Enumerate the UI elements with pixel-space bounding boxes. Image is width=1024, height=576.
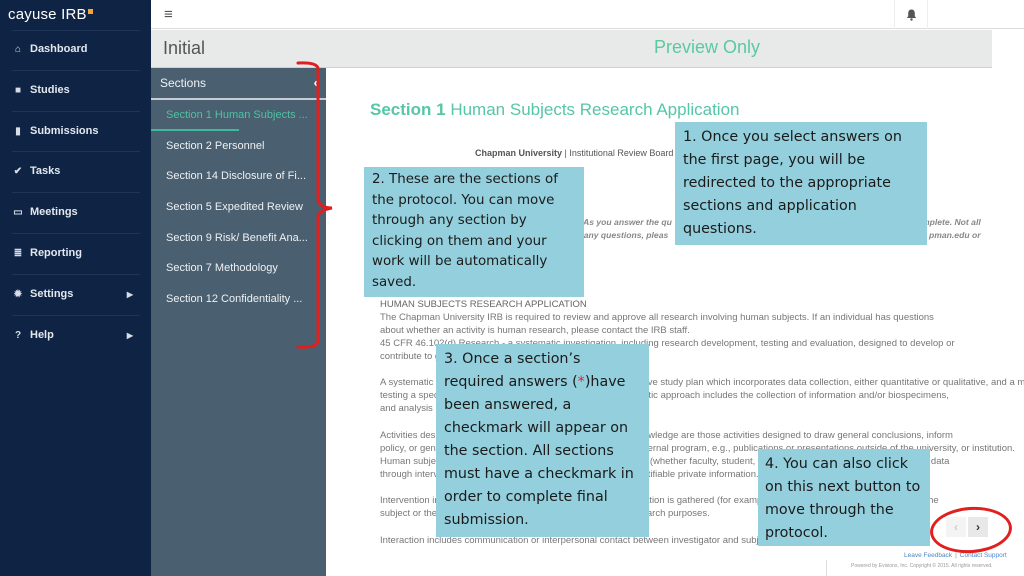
page-title: Initial (163, 38, 206, 58)
callout-text: 3. Once a section’s required answers ( (444, 351, 581, 390)
callout-2: 2. These are the sections of the protoco… (364, 167, 584, 297)
top-bar: ≡ (151, 0, 1024, 29)
bell-icon (906, 9, 916, 21)
left-nav: cayuse IRB ⌂ Dashboard ■ Studies ▮ Submi… (0, 0, 151, 576)
page-header: Initial Preview Only (151, 30, 992, 68)
gear-icon: ✹ (13, 288, 23, 300)
nav-label: Studies (30, 84, 70, 96)
nav-label: Submissions (30, 125, 99, 137)
section-item-5[interactable]: Section 5 Expedited Review (151, 192, 326, 223)
nav-label: Settings (30, 288, 74, 300)
paragraph-line: about whether an activity is human resea… (380, 325, 690, 336)
section-item-12[interactable]: Section 12 Confidentiality ... (151, 284, 326, 315)
section-item-14[interactable]: Section 14 Disclosure of Fi... (151, 161, 326, 192)
leave-feedback-link[interactable]: Leave Feedback (904, 552, 952, 559)
callout-text: )have been answered, a checkmark will ap… (444, 374, 634, 528)
logo[interactable]: cayuse IRB (0, 0, 151, 30)
contact-support-link[interactable]: Contact Support (960, 552, 1007, 559)
calendar-icon: ▭ (13, 206, 23, 218)
institution-suffix: | Institutional Review Board (562, 148, 674, 158)
paragraph-line: and analysis (380, 403, 433, 414)
callout-4: 4. You can also click on this next butto… (758, 449, 930, 546)
section-label: Section 12 Confidentiality ... (166, 292, 303, 305)
caret-right-icon: ▶ (126, 330, 133, 340)
collapse-chevron-icon[interactable]: ‹ (314, 75, 318, 90)
nav-item-help[interactable]: ? Help ▶ (0, 315, 151, 355)
question-icon: ? (14, 329, 22, 341)
university-name: Chapman University (475, 148, 563, 158)
nav-label: Meetings (30, 206, 78, 218)
copyright-text: Powered by Evisions, Inc. Copyright © 20… (851, 563, 993, 569)
nav-item-studies[interactable]: ■ Studies (0, 70, 151, 110)
section-label: Section 5 Expedited Review (166, 201, 303, 214)
preview-only-label: Preview Only (654, 37, 761, 57)
nav-label: Help (30, 329, 54, 341)
nav-item-submissions[interactable]: ▮ Submissions (0, 111, 151, 151)
previous-button[interactable]: ‹ (946, 517, 966, 537)
section-number: Section 1 (370, 100, 446, 119)
callout-3: 3. Once a section’s required answers (*)… (436, 344, 649, 537)
check-icon: ✔ (13, 165, 23, 177)
screen: cayuse IRB ⌂ Dashboard ■ Studies ▮ Submi… (0, 0, 1024, 576)
notifications-button[interactable] (894, 0, 928, 29)
section-name: Human Subjects Research Application (450, 100, 740, 119)
nav-label: Dashboard (30, 43, 88, 55)
section-title: Section 1 Human Subjects Research Applic… (370, 100, 740, 120)
section-label: Section 14 Disclosure of Fi... (166, 170, 307, 183)
next-button[interactable]: › (968, 517, 988, 537)
nav-item-meetings[interactable]: ▭ Meetings (0, 192, 151, 232)
institution-line: Chapman University | Institutional Revie… (475, 148, 673, 158)
instructions-text: r any questions, pleas (578, 230, 669, 240)
required-asterisk: * (577, 374, 585, 390)
footer-separator: | (955, 552, 957, 559)
instructions-text: pman.edu or (929, 230, 981, 240)
instructions-text: As you answer the qu (583, 217, 672, 227)
nav-label: Tasks (30, 165, 61, 177)
nav-item-dashboard[interactable]: ⌂ Dashboard (0, 29, 151, 69)
sections-panel: Sections ‹ Section 1 Human Subjects ... … (151, 68, 326, 576)
section-item-2[interactable]: Section 2 Personnel (151, 131, 326, 162)
nav-item-settings[interactable]: ✹ Settings ▶ (0, 274, 151, 314)
instructions-text: mplete. Not all (922, 217, 981, 227)
callout-1: 1. Once you select answers on the first … (675, 122, 927, 245)
section-label: Section 7 Methodology (166, 262, 278, 275)
list-icon: ≣ (13, 247, 23, 259)
folder-icon: ■ (14, 84, 22, 96)
caret-right-icon: ▶ (126, 289, 133, 299)
sections-heading: Sections (160, 76, 207, 90)
application-heading: HUMAN SUBJECTS RESEARCH APPLICATION (380, 299, 587, 310)
section-item-9[interactable]: Section 9 Risk/ Benefit Ana... (151, 222, 326, 253)
section-item-1[interactable]: Section 1 Human Subjects ... (151, 100, 326, 131)
nav-item-reporting[interactable]: ≣ Reporting (0, 233, 151, 273)
logo-text: cayuse IRB (8, 6, 87, 23)
section-item-7[interactable]: Section 7 Methodology (151, 253, 326, 284)
document-icon: ▮ (15, 125, 21, 137)
section-label: Section 2 Personnel (166, 139, 265, 152)
footer-links: Leave Feedback | Contact Support (904, 552, 1007, 559)
section-pager: ‹ › (946, 517, 990, 537)
logo-square-icon (87, 9, 93, 14)
divider (826, 560, 827, 576)
paragraph-line: The Chapman University IRB is required t… (380, 312, 934, 323)
sections-header: Sections ‹ (151, 68, 326, 100)
hamburger-icon[interactable]: ≡ (164, 6, 173, 23)
home-icon: ⌂ (14, 43, 22, 55)
nav-label: Reporting (30, 247, 82, 259)
nav-item-tasks[interactable]: ✔ Tasks (0, 151, 151, 191)
section-label: Section 9 Risk/ Benefit Ana... (166, 231, 308, 244)
section-label: Section 1 Human Subjects ... (166, 109, 308, 122)
